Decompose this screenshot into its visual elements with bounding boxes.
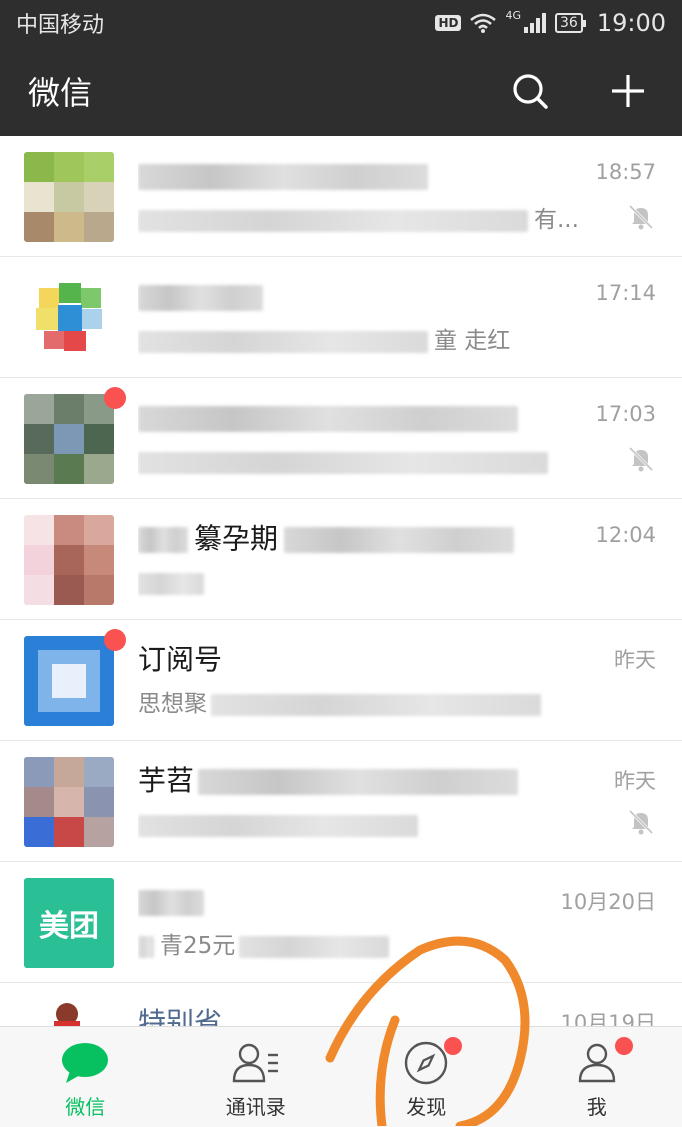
chat-name: 芋苕 (138, 761, 578, 801)
avatar: 美团 (24, 878, 114, 968)
chat-time: 17:03 (595, 402, 656, 426)
bottom-tab-bar: 微信 通讯录 发现 (0, 1026, 682, 1127)
tab-label: 发现 (406, 1091, 446, 1120)
avatar (24, 394, 114, 484)
redacted-text (138, 285, 263, 311)
redacted-text (239, 936, 389, 958)
person-icon (573, 1041, 621, 1085)
tab-label: 通讯录 (226, 1091, 286, 1120)
redacted-text (284, 527, 514, 553)
chat-name: 纂孕期 (138, 519, 578, 559)
chat-preview: 有... (138, 202, 578, 238)
redacted-text (138, 331, 428, 353)
chat-row[interactable]: 童 走红 17:14 (0, 257, 682, 378)
battery-icon: 36 (555, 13, 583, 33)
chat-name: 特别省 (138, 1003, 578, 1026)
add-button[interactable] (600, 63, 656, 119)
chat-name: 订阅号 (138, 640, 578, 680)
avatar (24, 757, 114, 847)
redacted-text (138, 164, 428, 190)
chat-row[interactable]: 特别省 10月19日 (0, 983, 682, 1026)
chat-time: 10月20日 (561, 886, 656, 916)
redacted-text (138, 573, 204, 595)
avatar (24, 636, 114, 726)
hd-badge: HD (435, 15, 461, 31)
chat-preview (138, 565, 578, 601)
chat-preview: 童 走红 (138, 323, 578, 359)
redacted-text (138, 890, 204, 916)
chat-name (138, 277, 578, 317)
chat-time: 10月19日 (561, 1007, 656, 1026)
chat-row[interactable]: 美团 青25元 10月20日 (0, 862, 682, 983)
network-type-label: 4G (505, 9, 521, 22)
chat-time: 12:04 (595, 523, 656, 547)
unread-badge (104, 387, 126, 409)
search-icon (510, 71, 550, 111)
redacted-text (198, 769, 518, 795)
tab-label: 微信 (65, 1091, 105, 1120)
notification-dot (615, 1037, 633, 1055)
chat-time: 昨天 (614, 644, 656, 674)
redacted-text (138, 210, 528, 232)
chat-list: 有... 18:57 童 走红 17:14 (0, 136, 682, 1026)
wifi-icon (469, 12, 497, 34)
redacted-text (211, 694, 541, 716)
carrier-label: 中国移动 (16, 7, 435, 39)
redacted-text (138, 452, 548, 474)
clock: 19:00 (597, 9, 666, 37)
mute-bell-icon (626, 807, 656, 837)
avatar (24, 515, 114, 605)
chat-time: 昨天 (614, 765, 656, 795)
redacted-text (138, 815, 418, 837)
tab-discover[interactable]: 发现 (341, 1027, 512, 1127)
meituan-logo: 美团 (39, 901, 99, 945)
chat-row[interactable]: 订阅号 思想聚 昨天 (0, 620, 682, 741)
chat-row[interactable]: 有... 18:57 (0, 136, 682, 257)
status-indicators: HD 4G 36 19:00 (435, 9, 666, 37)
app-header: 微信 (0, 46, 682, 136)
chat-preview (138, 444, 578, 480)
chat-row[interactable]: 纂孕期 12:04 (0, 499, 682, 620)
chat-preview (138, 807, 578, 843)
chat-bubble-icon (60, 1041, 110, 1085)
plus-icon (608, 71, 648, 111)
page-title: 微信 (28, 68, 460, 114)
chat-row[interactable]: 17:03 (0, 378, 682, 499)
tab-chats[interactable]: 微信 (0, 1027, 171, 1127)
tab-me[interactable]: 我 (512, 1027, 682, 1127)
redacted-text (138, 527, 188, 553)
tab-contacts[interactable]: 通讯录 (171, 1027, 342, 1127)
search-button[interactable] (502, 63, 558, 119)
contacts-icon (231, 1041, 281, 1085)
signal-icon (523, 12, 547, 34)
compass-icon (402, 1039, 450, 1087)
chat-name (138, 156, 578, 196)
chat-name (138, 882, 578, 922)
status-bar: 中国移动 HD 4G 36 19:00 (0, 0, 682, 46)
notification-dot (444, 1037, 462, 1055)
avatar (24, 999, 114, 1026)
mute-bell-icon (626, 444, 656, 474)
chat-time: 17:14 (595, 281, 656, 305)
mute-bell-icon (626, 202, 656, 232)
chat-preview: 思想聚 (138, 686, 578, 722)
chat-name (138, 398, 578, 438)
avatar (24, 152, 114, 242)
redacted-text (138, 406, 518, 432)
unread-badge (104, 629, 126, 651)
avatar (24, 273, 114, 363)
redacted-text (138, 936, 154, 958)
chat-preview: 青25元 (138, 928, 578, 964)
chat-time: 18:57 (595, 160, 656, 184)
chat-row[interactable]: 芋苕 昨天 (0, 741, 682, 862)
tab-label: 我 (587, 1091, 607, 1120)
